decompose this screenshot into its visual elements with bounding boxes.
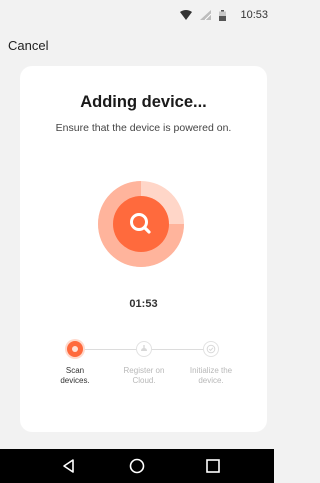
step-initialize-indicator <box>203 341 219 357</box>
navigation-bar <box>0 449 274 483</box>
step-register-text: Register on Cloud. <box>123 366 165 385</box>
countdown-timer: 01:53 <box>129 298 158 310</box>
step-register-indicator <box>136 341 152 357</box>
step-scan-indicator <box>67 341 83 357</box>
recents-icon[interactable] <box>204 457 222 475</box>
step-scan-text: Scan devices. <box>60 366 90 385</box>
adding-device-card: Adding device... Ensure that the device … <box>20 66 267 432</box>
home-icon[interactable] <box>128 457 146 475</box>
instruction-text: Ensure that the device is powered on. <box>55 122 232 134</box>
page-title: Adding device... <box>80 93 207 111</box>
step-scan-label: Scan devices. <box>40 366 110 386</box>
no-signal-icon <box>200 10 212 20</box>
cancel-button[interactable]: Cancel <box>8 38 48 53</box>
wifi-icon <box>180 10 193 20</box>
step-initialize-text: Initialize the device. <box>189 366 233 385</box>
battery-icon <box>219 9 227 21</box>
cloud-icon <box>141 345 147 351</box>
check-icon <box>206 344 216 354</box>
scanning-radar <box>98 181 184 267</box>
back-icon[interactable] <box>60 457 78 475</box>
status-time: 10:53 <box>240 9 268 21</box>
step-register-label: Register on Cloud. <box>109 366 179 386</box>
step-initialize-label: Initialize the device. <box>176 366 246 386</box>
status-bar: 10:53 <box>0 0 274 30</box>
